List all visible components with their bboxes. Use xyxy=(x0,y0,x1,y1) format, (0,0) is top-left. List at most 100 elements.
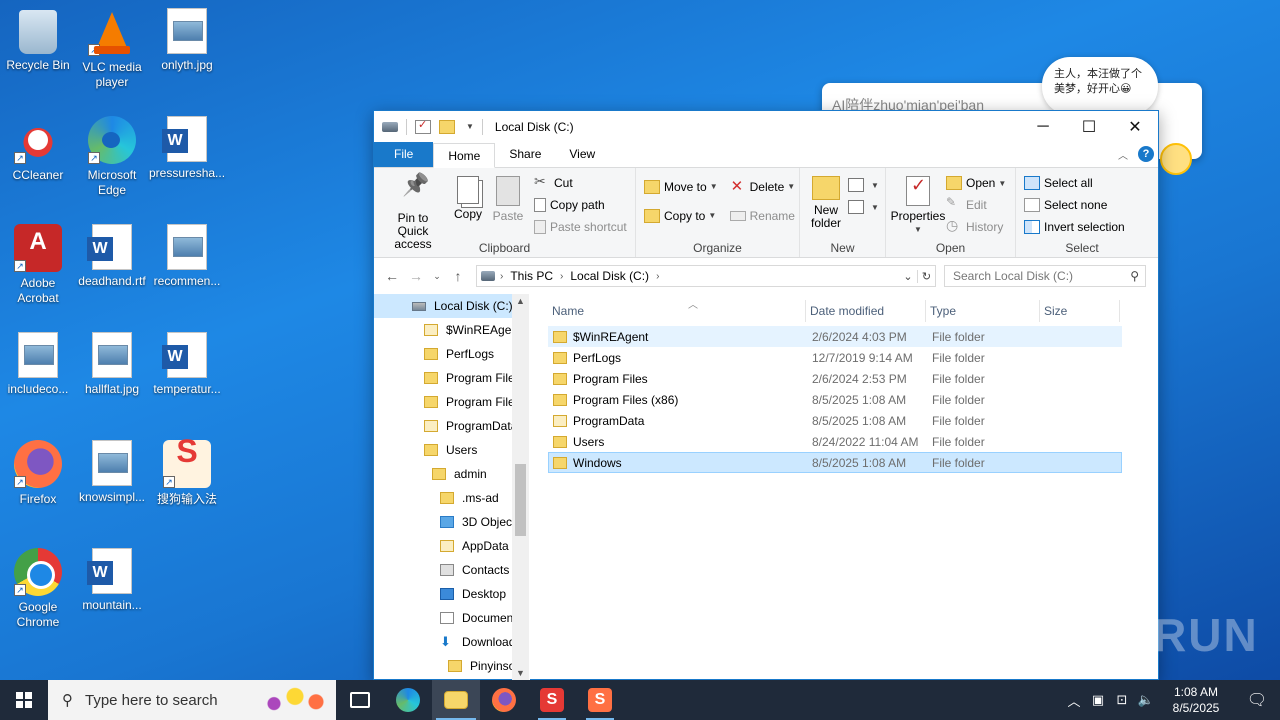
tree-item[interactable]: Contacts xyxy=(374,558,529,582)
desktop-icon[interactable]: mountain... xyxy=(74,548,150,613)
tree-item[interactable]: Users xyxy=(374,438,529,462)
history-button[interactable]: History xyxy=(946,216,1006,238)
tree-item[interactable]: Desktop xyxy=(374,582,529,606)
copy-to-button[interactable]: Copy to ▼ xyxy=(644,201,718,230)
notification-icon[interactable]: 🗨 xyxy=(1234,690,1280,710)
chevron-right-icon[interactable]: › xyxy=(656,271,659,282)
select-all-button[interactable]: Select all xyxy=(1024,172,1144,194)
cut-button[interactable]: Cut xyxy=(534,172,627,194)
properties-button[interactable]: Properties ▼ xyxy=(890,172,946,238)
taskbar-sogou[interactable]: S xyxy=(528,680,576,720)
help-icon[interactable]: ? xyxy=(1138,146,1154,162)
file-row[interactable]: $WinREAgent 2/6/2024 4:03 PM File folder xyxy=(548,326,1122,347)
new-folder-quick-icon[interactable] xyxy=(439,119,455,134)
copy-path-button[interactable]: Copy path xyxy=(534,194,627,216)
file-row[interactable]: PerfLogs 12/7/2019 9:14 AM File folder xyxy=(548,347,1122,368)
tree-item[interactable]: Documents xyxy=(374,606,529,630)
desktop-icon[interactable]: ↗ Firefox xyxy=(0,440,76,507)
tree-item[interactable]: Program Files xyxy=(374,366,529,390)
file-row[interactable]: Windows 8/5/2025 1:08 AM File folder xyxy=(548,452,1122,473)
desktop-icon[interactable]: ↗ CCleaner xyxy=(0,116,76,183)
taskbar-file-explorer[interactable] xyxy=(432,680,480,720)
invert-selection-button[interactable]: Invert selection xyxy=(1024,216,1144,238)
paste-shortcut-button[interactable]: Paste shortcut xyxy=(534,216,627,238)
chevron-right-icon[interactable]: › xyxy=(500,271,503,282)
tray-app-icon[interactable]: ▣ xyxy=(1086,692,1110,708)
paste-button[interactable]: Paste xyxy=(488,172,528,251)
tab-share[interactable]: Share xyxy=(495,142,555,167)
up-arrow-icon[interactable]: ↑ xyxy=(446,268,470,284)
forward-arrow-icon[interactable]: → xyxy=(404,268,428,284)
desktop-icon[interactable]: temperatur... xyxy=(149,332,225,397)
navigation-pane-scrollbar[interactable]: ▲ ▼ xyxy=(512,294,529,680)
file-row[interactable]: Program Files (x86) 8/5/2025 1:08 AM File … xyxy=(548,389,1122,410)
ai-mascot-icon[interactable] xyxy=(1160,143,1192,175)
tree-item[interactable]: admin xyxy=(374,462,529,486)
select-none-button[interactable]: Select none xyxy=(1024,194,1144,216)
minimize-button[interactable]: ─ xyxy=(1020,111,1066,142)
new-item-button[interactable]: ▼ xyxy=(848,174,879,196)
task-view-button[interactable] xyxy=(336,680,384,720)
desktop-icon[interactable]: ↗ Microsoft Edge xyxy=(74,116,150,198)
taskbar-edge[interactable] xyxy=(384,680,432,720)
file-row[interactable]: ProgramData 8/5/2025 1:08 AM File folder xyxy=(548,410,1122,431)
file-row[interactable]: Users 8/24/2022 11:04 AM File folder xyxy=(548,431,1122,452)
move-to-button[interactable]: Move to ▼ xyxy=(644,172,718,201)
rename-button[interactable]: Rename xyxy=(729,201,796,230)
volume-icon[interactable]: 🔈 xyxy=(1134,692,1158,708)
desktop-icon[interactable]: ↗ VLC media player xyxy=(74,8,150,90)
tree-item[interactable]: Program Files xyxy=(374,390,529,414)
breadcrumb-local-disk[interactable]: Local Disk (C:) xyxy=(570,269,649,283)
copy-button[interactable]: Copy xyxy=(448,172,488,251)
desktop-icon[interactable]: recommen... xyxy=(149,224,225,289)
desktop-icon[interactable]: ↗ Google Chrome xyxy=(0,548,76,630)
tree-item[interactable]: ProgramData xyxy=(374,414,529,438)
desktop-icon[interactable]: deadhand.rtf xyxy=(74,224,150,289)
address-bar[interactable]: › This PC › Local Disk (C:) › ⌄ ↻ xyxy=(476,265,936,287)
desktop-icon[interactable]: ↗ 搜狗输入法 xyxy=(149,440,225,507)
quick-access-toolbar-dropdown-icon[interactable]: ▼ xyxy=(466,122,474,131)
tree-item[interactable]: ⬇ Downloads xyxy=(374,630,529,654)
column-size[interactable]: Size xyxy=(1040,300,1120,322)
tab-view[interactable]: View xyxy=(555,142,609,167)
tree-item[interactable]: PerfLogs xyxy=(374,342,529,366)
refresh-icon[interactable]: ↻ xyxy=(917,269,935,283)
recent-locations-chevron-icon[interactable]: ⌄ xyxy=(428,271,446,282)
desktop-icon[interactable]: hallflat.jpg xyxy=(74,332,150,397)
close-button[interactable]: ✕ xyxy=(1112,111,1158,142)
file-row[interactable]: Program Files 2/6/2024 2:53 PM File folder xyxy=(548,368,1122,389)
tree-item[interactable]: 3D Objects xyxy=(374,510,529,534)
address-dropdown-icon[interactable]: ⌄ xyxy=(899,270,917,283)
edit-button[interactable]: Edit xyxy=(946,194,1006,216)
breadcrumb-this-pc[interactable]: This PC xyxy=(510,269,553,283)
delete-button[interactable]: Delete▼ xyxy=(730,172,796,201)
taskbar-sogou-tool[interactable]: S xyxy=(576,680,624,720)
search-input[interactable]: Search Local Disk (C:) xyxy=(953,269,1073,283)
desktop-icon[interactable]: Recycle Bin xyxy=(0,8,76,73)
column-name[interactable]: Name xyxy=(548,300,806,322)
taskbar-search-input[interactable]: Type here to search xyxy=(85,692,218,709)
navigation-pane[interactable]: Local Disk (C:) $WinREAgent PerfLogs Progra… xyxy=(374,294,530,680)
pin-to-quick-access-button[interactable]: Pin to Quick access xyxy=(378,172,448,251)
desktop-icon[interactable]: onlyth.jpg xyxy=(149,8,225,73)
tree-item[interactable]: $WinREAgent xyxy=(374,318,529,342)
column-type[interactable]: Type xyxy=(926,300,1040,322)
desktop-icon[interactable]: pressuresha... xyxy=(149,116,225,181)
tab-home[interactable]: Home xyxy=(433,143,496,168)
show-hidden-icons-chevron-icon[interactable]: ︿ xyxy=(1062,691,1086,710)
desktop-icon[interactable]: ↗ Adobe Acrobat xyxy=(0,224,76,306)
chevron-right-icon[interactable]: › xyxy=(560,271,563,282)
taskbar-firefox[interactable] xyxy=(480,680,528,720)
tree-item[interactable]: Pinyinso xyxy=(374,654,529,678)
title-bar[interactable]: ▼ Local Disk (C:) ─ ☐ ✕ xyxy=(374,111,1158,142)
scrollbar-thumb[interactable] xyxy=(515,464,526,536)
desktop-icon[interactable]: includeco... xyxy=(0,332,76,397)
desktop-icon[interactable]: knowsimpl... xyxy=(74,440,150,505)
taskbar-search-box[interactable]: ⚲ Type here to search xyxy=(48,680,336,720)
column-date-modified[interactable]: Date modified xyxy=(806,300,926,322)
start-button[interactable] xyxy=(0,680,48,720)
new-folder-button[interactable]: New folder xyxy=(804,172,848,230)
collapse-ribbon-icon[interactable]: ︿ xyxy=(1118,147,1128,162)
properties-quick-icon[interactable] xyxy=(415,118,431,134)
easy-access-button[interactable]: ▼ xyxy=(848,196,879,218)
